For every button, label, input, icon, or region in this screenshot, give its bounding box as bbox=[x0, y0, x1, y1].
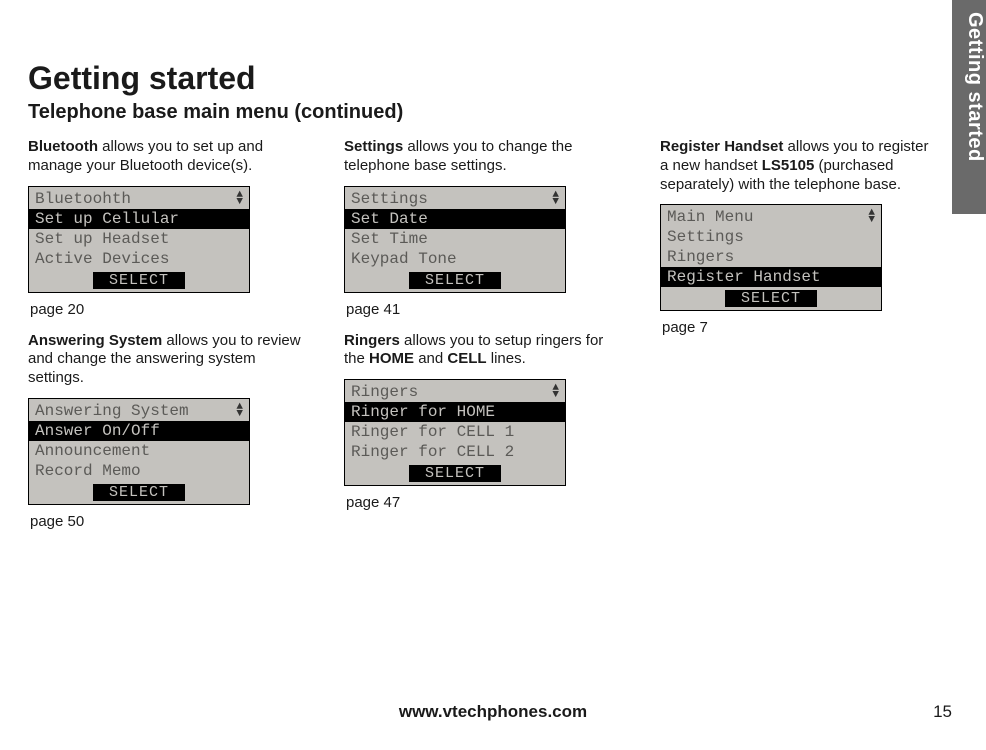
footer-page-number: 15 bbox=[933, 702, 952, 722]
footer-url: www.vtechphones.com bbox=[0, 702, 986, 722]
menu-item[interactable]: Settings bbox=[661, 227, 881, 247]
select-button[interactable]: SELECT bbox=[725, 290, 817, 307]
menu-item[interactable]: Set up Cellular bbox=[29, 209, 249, 229]
menu-item[interactable]: Announcement bbox=[29, 441, 249, 461]
updown-icon: ▲▼ bbox=[868, 210, 875, 224]
menu-item[interactable]: Answer On/Off bbox=[29, 421, 249, 441]
updown-icon: ▲▼ bbox=[552, 385, 559, 399]
menu-item[interactable]: Ringer for CELL 2 bbox=[345, 442, 565, 462]
menu-item[interactable]: Ringer for HOME bbox=[345, 402, 565, 422]
section-register: Register Handset allows you to register … bbox=[660, 138, 940, 336]
column-2: Settings allows you to change the teleph… bbox=[344, 138, 624, 544]
menu-item[interactable]: Ringers bbox=[661, 247, 881, 267]
softkey-row: SELECT bbox=[29, 269, 249, 292]
select-button[interactable]: SELECT bbox=[93, 484, 185, 501]
updown-icon: ▲▼ bbox=[552, 192, 559, 206]
lcd-bluetooth: Bluetoohth ▲▼ Set up Cellular Set up Hea… bbox=[28, 186, 250, 293]
page-subtitle: Telephone base main menu (continued) bbox=[28, 101, 958, 124]
lcd-title: Answering System bbox=[35, 402, 189, 420]
menu-item[interactable]: Active Devices bbox=[29, 249, 249, 269]
menu-item[interactable]: Set Date bbox=[345, 209, 565, 229]
softkey-row: SELECT bbox=[345, 462, 565, 485]
page-ref: page 47 bbox=[346, 494, 624, 511]
column-3: Register Handset allows you to register … bbox=[660, 138, 940, 544]
menu-item[interactable]: Keypad Tone bbox=[345, 249, 565, 269]
lcd-mainmenu: Main Menu ▲▼ Settings Ringers Register H… bbox=[660, 204, 882, 311]
page-ref: page 20 bbox=[30, 301, 308, 318]
lcd-title: Bluetoohth bbox=[35, 190, 131, 208]
softkey-row: SELECT bbox=[29, 481, 249, 504]
manual-page: Getting started Getting started Telephon… bbox=[0, 0, 986, 750]
desc-ringers: Ringers allows you to setup ringers for … bbox=[344, 332, 624, 370]
select-button[interactable]: SELECT bbox=[409, 272, 501, 289]
page-ref: page 41 bbox=[346, 301, 624, 318]
column-1: Bluetooth allows you to set up and manag… bbox=[28, 138, 308, 544]
lcd-settings: Settings ▲▼ Set Date Set Time Keypad Ton… bbox=[344, 186, 566, 293]
lcd-ringers: Ringers ▲▼ Ringer for HOME Ringer for CE… bbox=[344, 379, 566, 486]
select-button[interactable]: SELECT bbox=[93, 272, 185, 289]
menu-item[interactable]: Register Handset bbox=[661, 267, 881, 287]
lcd-title: Ringers bbox=[351, 383, 418, 401]
desc-bluetooth: Bluetooth allows you to set up and manag… bbox=[28, 138, 308, 176]
menu-item[interactable]: Ringer for CELL 1 bbox=[345, 422, 565, 442]
section-answering: Answering System allows you to review an… bbox=[28, 332, 308, 530]
softkey-row: SELECT bbox=[345, 269, 565, 292]
section-settings: Settings allows you to change the teleph… bbox=[344, 138, 624, 318]
lcd-title: Main Menu bbox=[667, 208, 753, 226]
menu-item[interactable]: Set Time bbox=[345, 229, 565, 249]
softkey-row: SELECT bbox=[661, 287, 881, 310]
lcd-title: Settings bbox=[351, 190, 428, 208]
section-bluetooth: Bluetooth allows you to set up and manag… bbox=[28, 138, 308, 318]
desc-settings: Settings allows you to change the teleph… bbox=[344, 138, 624, 176]
page-ref: page 7 bbox=[662, 319, 940, 336]
desc-answering: Answering System allows you to review an… bbox=[28, 332, 308, 388]
menu-item[interactable]: Record Memo bbox=[29, 461, 249, 481]
content-area: Getting started Telephone base main menu… bbox=[28, 60, 958, 544]
lcd-answering: Answering System ▲▼ Answer On/Off Announ… bbox=[28, 398, 250, 505]
select-button[interactable]: SELECT bbox=[409, 465, 501, 482]
page-title: Getting started bbox=[28, 60, 958, 97]
section-ringers: Ringers allows you to setup ringers for … bbox=[344, 332, 624, 512]
columns: Bluetooth allows you to set up and manag… bbox=[28, 138, 958, 544]
updown-icon: ▲▼ bbox=[236, 192, 243, 206]
menu-item[interactable]: Set up Headset bbox=[29, 229, 249, 249]
desc-register: Register Handset allows you to register … bbox=[660, 138, 940, 194]
updown-icon: ▲▼ bbox=[236, 404, 243, 418]
page-ref: page 50 bbox=[30, 513, 308, 530]
